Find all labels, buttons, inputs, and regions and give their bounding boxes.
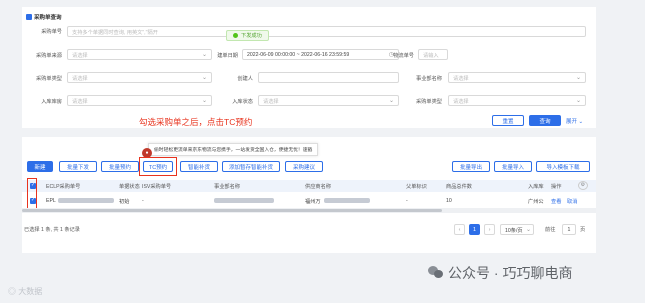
- col-qty: 商品总件数: [446, 184, 472, 190]
- source-select[interactable]: 请选择 ⌄: [67, 49, 212, 60]
- chevron-right-icon: ›: [488, 226, 491, 233]
- subtype-label: 采购单类型: [416, 99, 442, 105]
- type-select[interactable]: 请选择 ⌄: [67, 72, 212, 83]
- success-icon: [233, 33, 238, 38]
- chevron-down-icon: ⌄: [201, 75, 207, 81]
- new-button[interactable]: 新建: [27, 161, 53, 172]
- tc-highlight-box: [139, 157, 177, 176]
- warehouse-select[interactable]: 请选择 ⌄: [67, 95, 212, 106]
- row-status: 初始: [119, 199, 130, 205]
- collapse-icon[interactable]: [26, 14, 32, 20]
- prev-page-button[interactable]: ‹: [454, 224, 465, 235]
- instock-label: 入库状态: [232, 99, 253, 105]
- col-eclp-po: ECLP采购单号: [46, 184, 81, 190]
- horizontal-scrollbar[interactable]: [22, 208, 596, 213]
- chevron-down-icon: ⌄: [525, 227, 531, 233]
- col-status: 单据状态: [119, 184, 140, 190]
- goto-page-input[interactable]: 1: [562, 224, 576, 235]
- warehouse-placeholder: 请选择: [72, 99, 88, 105]
- subtype-select[interactable]: 请选择 ⌄: [448, 95, 586, 106]
- col-parent: 父单标识: [406, 184, 427, 190]
- search-button[interactable]: 查询: [529, 115, 561, 126]
- batch-export-button[interactable]: 批量导出: [452, 161, 490, 172]
- page-size-select[interactable]: 10条/页 ⌄: [500, 224, 534, 235]
- created-label: 建单日期: [217, 53, 238, 59]
- toast-text: 下发成功: [241, 33, 262, 39]
- chevron-down-icon: ⌄: [388, 98, 394, 104]
- goto-label: 前往: [545, 227, 556, 233]
- batch-import-button[interactable]: 批量导入: [494, 161, 532, 172]
- chevron-down-icon: ⌄: [201, 98, 207, 104]
- add-smart-replenish-button[interactable]: 添加暂存智能补货: [222, 161, 280, 172]
- scrollbar-thumb[interactable]: [22, 209, 442, 212]
- wechat-icon: [428, 266, 444, 280]
- row-qty: 10: [446, 198, 452, 204]
- row-supplier: 福州万: [305, 199, 321, 205]
- page-unit: 页: [580, 227, 586, 233]
- section-title: 采购单查询: [26, 13, 62, 21]
- wechat-signature: 公众号 · 巧巧聊电商: [428, 263, 572, 283]
- section-title-text: 采购单查询: [34, 15, 62, 21]
- row-isv: -: [142, 198, 144, 204]
- checkbox-highlight-box: [27, 178, 37, 209]
- redacted-dept: [214, 198, 274, 203]
- subtype-placeholder: 请选择: [453, 99, 469, 105]
- chevron-down-icon: ⌄: [575, 98, 581, 104]
- watermark-icon: ◎: [8, 287, 16, 296]
- page-size-value: 10条/页: [505, 228, 523, 234]
- table-row[interactable]: EPL 初始 - 福州万 - 10 广州公 查看 取消: [22, 195, 596, 207]
- redacted-supplier: [324, 198, 370, 203]
- reset-button[interactable]: 重置: [492, 115, 524, 126]
- view-link[interactable]: 查看: [551, 198, 561, 205]
- po-no-label: 采购单号: [41, 29, 62, 35]
- watermark-text: 大数据: [18, 287, 43, 296]
- dept-placeholder: 请选择: [453, 76, 469, 82]
- col-supplier: 供应商名称: [305, 184, 331, 190]
- logistics-label: 物流单号: [393, 53, 414, 59]
- row-parent: -: [406, 198, 408, 204]
- expand-link[interactable]: 展开 ⌄: [566, 117, 583, 125]
- smart-replenish-button[interactable]: 智能补货: [180, 161, 218, 172]
- batch-issue-button[interactable]: 批量下发: [59, 161, 97, 172]
- row-warehouse: 广州公: [528, 199, 544, 205]
- row-po-no: EPL: [46, 198, 56, 204]
- type-placeholder: 请选择: [72, 76, 88, 82]
- promo-tooltip: 偷时轻松更流单来京东物流与您携手，一站发货全国入仓，便捷无忧！速戳: [148, 143, 319, 156]
- type-label: 采购单类型: [36, 76, 62, 82]
- dept-select[interactable]: 请选择 ⌄: [448, 72, 586, 83]
- source-placeholder: 请选择: [72, 53, 88, 59]
- purchase-advice-button[interactable]: 采购建议: [285, 161, 323, 172]
- creator-label: 创建人: [237, 76, 253, 82]
- chevron-left-icon: ‹: [458, 226, 461, 233]
- import-template-button[interactable]: 导入模板下载: [536, 161, 590, 172]
- col-ops: 操作: [551, 184, 562, 190]
- instock-select[interactable]: 请选择 ⌄: [258, 95, 399, 106]
- settings-icon[interactable]: ⚙: [578, 181, 588, 190]
- chevron-down-icon: ⌄: [578, 119, 584, 125]
- col-dept: 事业部名称: [214, 184, 240, 190]
- wechat-text: 公众号 · 巧巧聊电商: [448, 265, 573, 281]
- table-header: ECLP采购单号 单据状态 ISV采购单号 事业部名称 供应商名称 父单标识 商…: [22, 180, 596, 192]
- batch-reserve-button[interactable]: 批量预约: [101, 161, 139, 172]
- created-value: 2022-06-09 00:00:00 ~ 2022-06-16 23:59:5…: [247, 52, 350, 58]
- watermark: ◎ 大数据: [8, 286, 42, 297]
- col-warehouse: 入库库: [528, 184, 544, 190]
- next-page-button[interactable]: ›: [484, 224, 495, 235]
- source-label: 采购单来源: [36, 53, 62, 59]
- success-toast: 下发成功: [226, 30, 269, 41]
- col-isv-po: ISV采购单号: [142, 184, 172, 190]
- logistics-input[interactable]: 请输入: [418, 49, 448, 60]
- expand-text: 展开: [566, 119, 578, 125]
- redacted-po: [58, 198, 114, 203]
- warehouse-label: 入库库房: [41, 99, 62, 105]
- instock-placeholder: 请选择: [263, 99, 279, 105]
- page-1-button[interactable]: 1: [469, 224, 480, 235]
- chevron-down-icon: ⌄: [575, 75, 581, 81]
- cancel-link[interactable]: 取消: [567, 198, 577, 205]
- creator-input[interactable]: [258, 72, 399, 83]
- selection-summary: 已选择 1 条, 共 1 条记录: [24, 227, 80, 233]
- tc-hint-annotation: 勾选采购单之后，点击TC预约: [139, 117, 253, 127]
- dept-label: 事业部名称: [416, 76, 442, 82]
- po-no-input[interactable]: 支持多个单据同时查询, 用英文","隔开: [67, 26, 586, 37]
